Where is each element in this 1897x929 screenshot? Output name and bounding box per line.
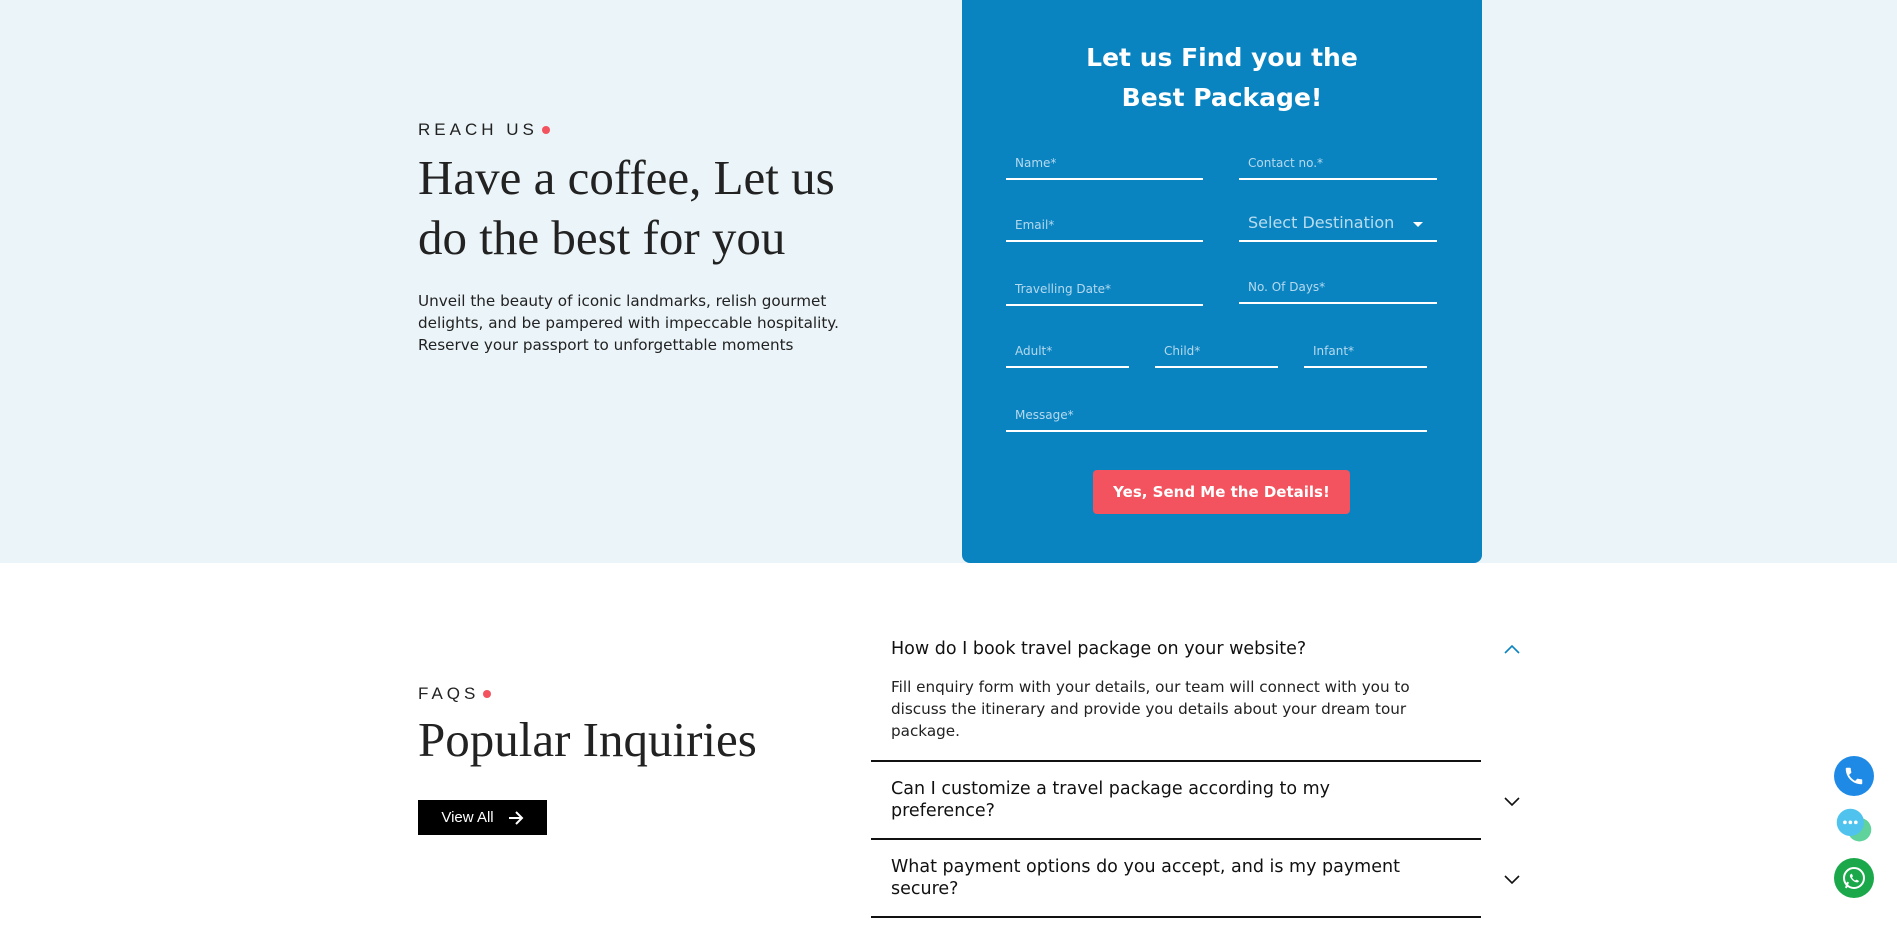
faq-item[interactable]: How do I book travel package on your web… [871,630,1520,762]
chevron-down-icon[interactable] [1503,792,1521,810]
phone-button[interactable] [1834,756,1874,796]
destination-selected: Select Destination [1248,213,1395,232]
enquiry-form: Let us Find you the Best Package! Name* … [962,0,1482,563]
faq-title: Popular Inquiries [418,712,757,767]
form-title-line2: Best Package! [1121,83,1323,112]
view-all-button[interactable]: View All [418,800,547,835]
travel-date-field[interactable]: Travelling Date* [1006,274,1203,306]
contact-placeholder: Contact no.* [1248,156,1324,170]
accent-dot-icon [483,690,492,698]
email-field[interactable]: Email* [1006,210,1203,242]
destination-select[interactable]: Select Destination [1239,210,1437,242]
faq-list: How do I book travel package on your web… [871,630,1520,918]
adult-placeholder: Adult* [1015,344,1053,358]
reach-section: REACH US Have a coffee, Let us do the be… [0,0,1897,563]
whatsapp-button[interactable] [1834,858,1874,898]
reach-description: Unveil the beauty of iconic landmarks, r… [418,292,839,354]
chat-button[interactable] [1834,806,1874,846]
faq-eyebrow-text: FAQS [418,684,480,703]
faq-question[interactable]: How do I book travel package on your web… [891,630,1411,660]
chat-icon [1836,808,1872,842]
reach-eyebrow-text: REACH US [418,120,538,139]
faq-question[interactable]: Can I customize a travel package accordi… [891,778,1411,822]
faq-answer: Fill enquiry form with your details, our… [891,678,1410,740]
accent-dot-icon [541,126,550,134]
faq-eyebrow: FAQS [418,684,757,704]
email-placeholder: Email* [1015,218,1055,232]
faq-item[interactable]: Can I customize a travel package accordi… [871,762,1520,840]
reach-title: Have a coffee, Let us do the best for yo… [418,150,835,265]
whatsapp-icon [1843,867,1865,889]
name-field[interactable]: Name* [1006,148,1203,180]
message-field[interactable]: Message* [1006,400,1427,432]
phone-icon [1845,767,1863,785]
travel-date-placeholder: Travelling Date* [1015,282,1112,296]
submit-button[interactable]: Yes, Send Me the Details! [1093,470,1350,514]
form-title-line1: Let us Find you the [1086,43,1358,72]
faq-question[interactable]: What payment options do you accept, and … [891,856,1411,900]
name-placeholder: Name* [1015,156,1057,170]
reach-intro: REACH US Have a coffee, Let us do the be… [418,120,888,356]
infant-placeholder: Infant* [1313,344,1355,358]
days-placeholder: No. Of Days* [1248,280,1326,294]
view-all-label: View All [441,809,494,826]
arrow-right-icon [508,810,524,825]
caret-down-icon [1413,222,1423,227]
faq-intro: FAQS Popular Inquiries [418,684,757,770]
form-title: Let us Find you the Best Package! [962,38,1482,118]
chevron-down-icon[interactable] [1503,870,1521,888]
child-field[interactable]: Child* [1155,336,1278,368]
adult-field[interactable]: Adult* [1006,336,1129,368]
chevron-up-icon[interactable] [1503,641,1521,659]
reach-eyebrow: REACH US [418,120,888,140]
infant-field[interactable]: Infant* [1304,336,1427,368]
message-placeholder: Message* [1015,408,1074,422]
child-placeholder: Child* [1164,344,1201,358]
days-field[interactable]: No. Of Days* [1239,272,1437,304]
faq-item[interactable]: What payment options do you accept, and … [871,840,1520,918]
contact-field[interactable]: Contact no.* [1239,148,1437,180]
